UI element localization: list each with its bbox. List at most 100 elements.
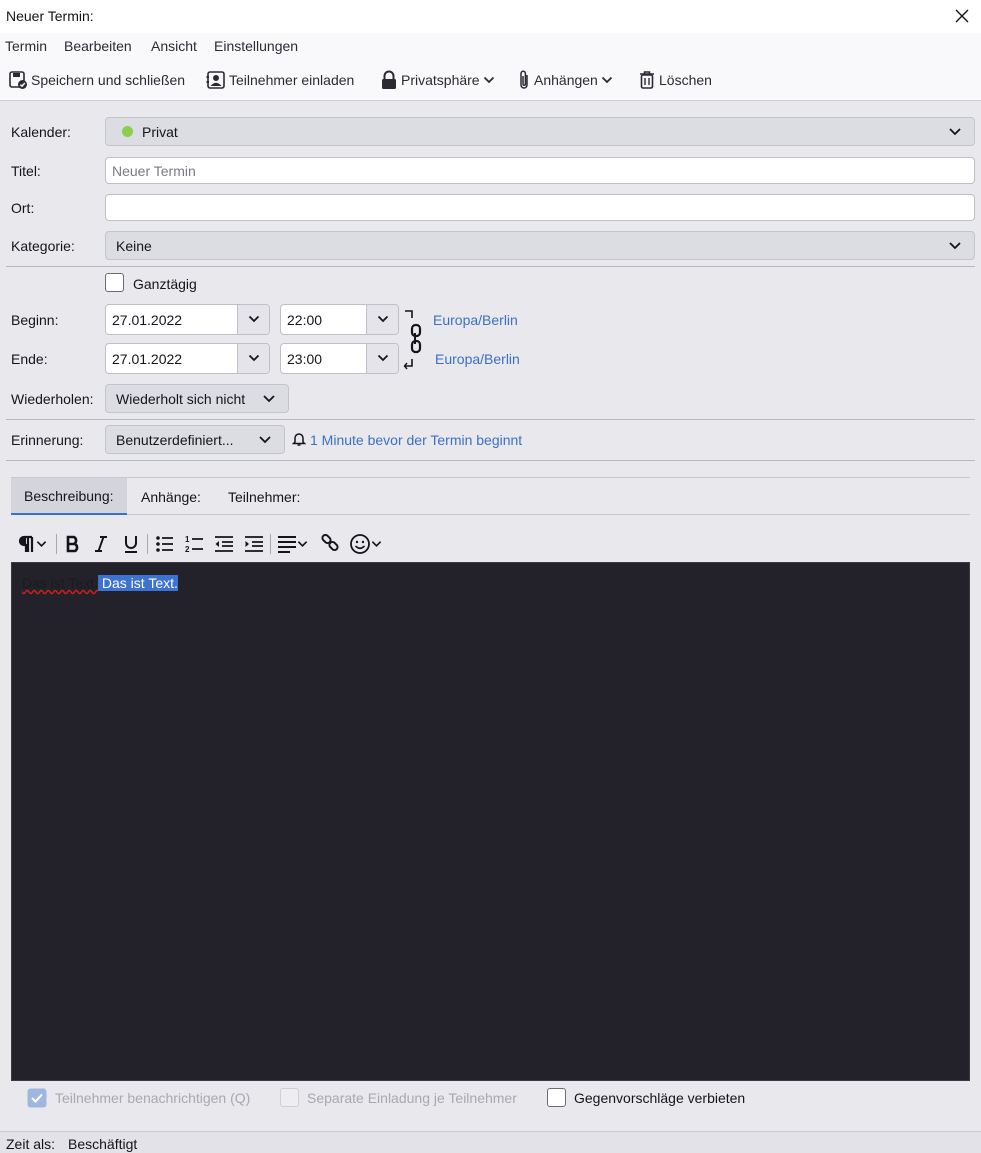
title-input[interactable] — [105, 157, 975, 184]
numbered-list-button[interactable]: 1 2 — [185, 531, 205, 557]
start-time-dropdown[interactable] — [366, 305, 398, 334]
repeat-value: Wiederholt sich nicht — [116, 390, 246, 407]
svg-text:1: 1 — [185, 535, 190, 544]
chevron-down-icon — [949, 242, 961, 250]
start-date-picker[interactable]: 27.01.2022 — [105, 304, 270, 335]
calendar-value: Privat — [142, 123, 178, 140]
numbered-list-icon: 1 2 — [185, 535, 203, 554]
contact-card-icon — [206, 71, 225, 89]
notify-attendees-option[interactable]: Teilnehmer benachrichtigen (Q) — [27, 1088, 250, 1108]
calendar-select[interactable]: Privat — [105, 117, 975, 146]
disallow-counter-option[interactable]: Gegenvorschläge verbieten — [547, 1088, 745, 1107]
menu-bar: Termin Bearbeiten Ansicht Einstellungen — [0, 33, 981, 60]
disallow-counter-checkbox[interactable] — [547, 1088, 566, 1107]
invite-attendees-button[interactable]: Teilnehmer einladen — [206, 68, 354, 92]
svg-text:2: 2 — [185, 545, 190, 554]
show-time-as-label: Zeit als: — [6, 1136, 56, 1152]
end-date-picker[interactable]: 27.01.2022 — [105, 343, 270, 374]
end-date-dropdown[interactable] — [237, 344, 269, 373]
formatting-toolbar: 1 2 — [11, 528, 411, 560]
italic-button[interactable] — [93, 531, 109, 557]
status-bar: Zeit als: Beschäftigt — [0, 1131, 981, 1153]
disallow-counter-label: Gegenvorschläge verbieten — [574, 1089, 746, 1106]
bold-icon — [66, 535, 79, 553]
start-timezone-link[interactable]: Europa/Berlin — [433, 312, 518, 328]
menu-einstellungen[interactable]: Einstellungen — [214, 38, 298, 54]
menu-ansicht[interactable]: Ansicht — [151, 38, 197, 54]
attach-label: Anhängen — [534, 72, 598, 88]
separate-invitation-label: Separate Einladung je Teilnehmer — [307, 1089, 517, 1106]
tab-attendees[interactable]: Teilnehmer: — [215, 478, 313, 515]
reminder-detail-link[interactable]: 1 Minute bevor der Termin beginnt — [310, 432, 522, 448]
start-time-picker[interactable]: 22:00 — [280, 304, 399, 335]
separator — [56, 534, 57, 554]
divider — [6, 419, 975, 420]
start-date-value: 27.01.2022 — [112, 312, 183, 328]
divider — [6, 460, 975, 461]
description-editor[interactable]: Das ist Text. Das ist Text. — [11, 562, 970, 1081]
chevron-down-icon — [36, 541, 47, 548]
save-icon — [9, 71, 27, 89]
underline-icon — [125, 536, 137, 553]
underline-button[interactable] — [122, 531, 140, 557]
bullet-list-icon — [156, 536, 173, 552]
save-close-label: Speichern und schließen — [31, 72, 186, 88]
smiley-icon — [350, 534, 370, 554]
tab-attachments[interactable]: Anhänge: — [128, 478, 214, 515]
menu-bearbeiten[interactable]: Bearbeiten — [64, 38, 132, 54]
allday-label: Ganztägig — [133, 276, 197, 292]
title-bar: Neuer Termin: — [0, 0, 981, 33]
outdent-button[interactable] — [214, 531, 234, 557]
menu-termin[interactable]: Termin — [5, 38, 47, 54]
link-timezones-icon[interactable] — [403, 308, 425, 372]
separator — [270, 534, 271, 554]
bell-icon — [292, 433, 306, 446]
pilcrow-icon — [18, 535, 34, 552]
end-time-value: 23:00 — [287, 351, 323, 367]
bullet-list-button[interactable] — [155, 531, 175, 557]
editor-selected-text: Das ist Text. — [98, 575, 178, 591]
delete-button[interactable]: Löschen — [638, 68, 712, 92]
link-icon — [321, 534, 339, 552]
outdent-icon — [215, 536, 233, 552]
chevron-down-icon — [483, 76, 494, 84]
end-time-dropdown[interactable] — [366, 344, 398, 373]
start-label: Beginn: — [11, 312, 59, 328]
checkbox-disabled-icon — [280, 1088, 299, 1107]
calendar-color-dot — [122, 126, 133, 137]
align-button[interactable] — [277, 531, 308, 557]
paragraph-format-button[interactable] — [16, 531, 47, 557]
bold-button[interactable] — [64, 531, 82, 557]
separator — [147, 534, 148, 554]
emoji-button[interactable] — [349, 531, 382, 557]
align-left-icon — [278, 536, 296, 553]
delete-label: Löschen — [659, 72, 712, 88]
end-time-picker[interactable]: 23:00 — [280, 343, 399, 374]
separate-invitation-option: Separate Einladung je Teilnehmer — [280, 1088, 517, 1107]
save-close-button[interactable]: Speichern und schließen — [8, 68, 185, 92]
close-icon[interactable] — [951, 5, 973, 27]
calendar-label: Kalender: — [11, 124, 71, 140]
chevron-down-icon — [371, 541, 382, 548]
toolbar: Speichern und schließen Teilnehmer einla… — [0, 60, 981, 101]
end-date-value: 27.01.2022 — [112, 351, 183, 367]
indent-button[interactable] — [244, 531, 264, 557]
lock-icon — [382, 70, 396, 89]
end-timezone-link[interactable]: Europa/Berlin — [435, 351, 520, 367]
allday-checkbox[interactable] — [105, 273, 124, 292]
repeat-select[interactable]: Wiederholt sich nicht — [105, 384, 289, 413]
attach-button[interactable]: Anhängen — [517, 68, 613, 92]
privacy-button[interactable]: Privatsphäre — [380, 68, 495, 92]
reminder-select[interactable]: Benutzerdefiniert... — [105, 425, 285, 454]
insert-link-button[interactable] — [320, 531, 340, 557]
location-input[interactable] — [105, 194, 975, 221]
chevron-down-icon — [949, 128, 961, 136]
chevron-down-icon — [377, 315, 389, 323]
italic-icon — [95, 536, 107, 552]
tab-description[interactable]: Beschreibung: — [11, 478, 127, 515]
start-date-dropdown[interactable] — [237, 305, 269, 334]
repeat-label: Wiederholen: — [11, 391, 94, 407]
show-time-as-value[interactable]: Beschäftigt — [68, 1136, 137, 1152]
category-select[interactable]: Keine — [105, 231, 975, 260]
title-label: Titel: — [11, 163, 41, 179]
